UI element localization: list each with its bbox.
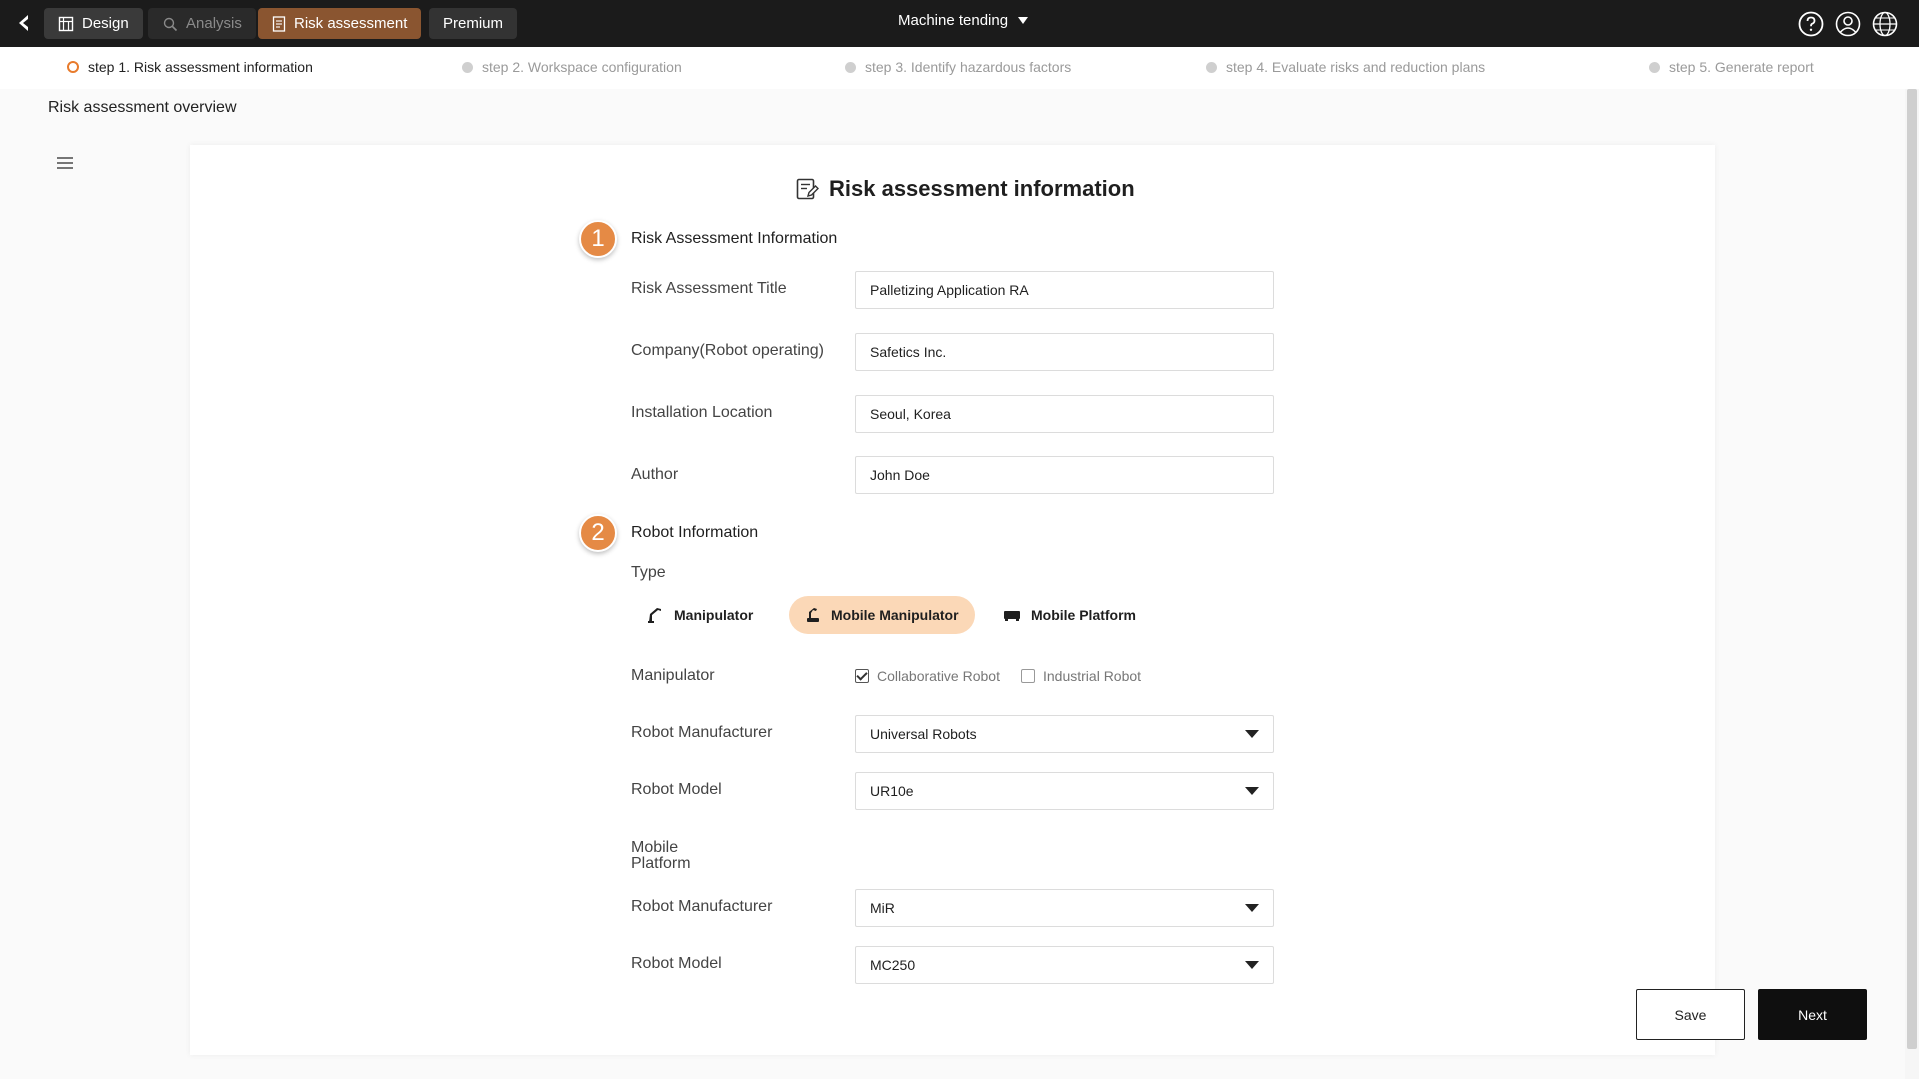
step-3-label: step 3. Identify hazardous factors xyxy=(865,59,1072,75)
step-2[interactable]: step 2. Workspace configuration xyxy=(462,59,682,75)
section-2-badge: 2 xyxy=(579,514,617,552)
chevron-down-icon xyxy=(1245,787,1259,795)
help-icon[interactable] xyxy=(1797,10,1825,38)
globe-icon[interactable] xyxy=(1871,10,1899,38)
platform-model-value: MC250 xyxy=(870,957,916,973)
risk-title-label: Risk Assessment Title xyxy=(631,280,787,297)
step-indicator-active xyxy=(67,61,79,73)
chevron-down-icon xyxy=(1245,904,1259,912)
step-1-label: step 1. Risk assessment information xyxy=(88,59,313,75)
type-mobile-platform[interactable]: Mobile Platform xyxy=(987,596,1152,634)
analysis-icon xyxy=(163,17,178,31)
platform-model-select[interactable]: MC250 xyxy=(855,946,1274,984)
tab-premium[interactable]: Premium xyxy=(429,8,518,39)
type-manipulator-label: Manipulator xyxy=(674,607,754,623)
type-mobile-manipulator[interactable]: Mobile Manipulator xyxy=(789,596,975,634)
chevron-down-icon xyxy=(1245,961,1259,969)
tab-risk-assessment[interactable]: Risk assessment xyxy=(258,8,422,39)
manipulator-manufacturer-value: Universal Robots xyxy=(870,726,977,742)
step-4-label: step 4. Evaluate risks and reduction pla… xyxy=(1226,59,1486,75)
author-label: Author xyxy=(631,466,679,483)
type-mobile-platform-label: Mobile Platform xyxy=(1031,607,1137,623)
stepper: step 1. Risk assessment information step… xyxy=(0,47,1919,89)
mobile-manipulator-icon xyxy=(807,608,819,622)
author-value: John Doe xyxy=(870,467,930,483)
user-icon[interactable] xyxy=(1834,10,1862,38)
tab-analysis[interactable]: Analysis xyxy=(148,8,256,39)
document-icon xyxy=(272,15,286,32)
platform-manufacturer-value: MiR xyxy=(870,900,895,916)
company-input[interactable]: Safetics Inc. xyxy=(855,333,1274,371)
manipulator-manufacturer-label: Robot Manufacturer xyxy=(631,724,773,741)
mobile-platform-label: Mobile Platform xyxy=(631,839,691,872)
manipulator-manufacturer-select[interactable]: Universal Robots xyxy=(855,715,1274,753)
company-label: Company(Robot operating) xyxy=(631,342,824,359)
design-grid-icon xyxy=(58,16,74,31)
type-manipulator[interactable]: Manipulator xyxy=(630,596,769,634)
project-selector[interactable]: Machine tending xyxy=(898,12,1029,29)
author-input[interactable]: John Doe xyxy=(855,456,1274,494)
collaborative-robot-checkbox[interactable]: Collaborative Robot xyxy=(855,668,1000,684)
overview-title: Risk assessment overview xyxy=(48,99,237,116)
top-bar: Design Analysis Risk assessment Premium … xyxy=(0,0,1919,47)
risk-title-input[interactable]: Palletizing Application RA xyxy=(855,271,1274,309)
manipulator-model-value: UR10e xyxy=(870,783,914,799)
manipulator-model-label: Robot Model xyxy=(631,781,722,798)
chevron-down-icon xyxy=(1245,730,1259,738)
type-label: Type xyxy=(631,564,666,581)
tab-premium-label: Premium xyxy=(443,15,504,32)
step-5-label: step 5. Generate report xyxy=(1669,59,1814,75)
section-2-title: Robot Information xyxy=(631,524,759,541)
section-1-title: Risk Assessment Information xyxy=(631,230,838,247)
back-arrow-icon[interactable] xyxy=(12,10,38,36)
installation-location-input[interactable]: Seoul, Korea xyxy=(855,395,1274,433)
mobile-platform-icon xyxy=(1004,611,1020,621)
platform-manufacturer-label: Robot Manufacturer xyxy=(631,898,773,915)
installation-location-label: Installation Location xyxy=(631,404,773,421)
step-1[interactable]: step 1. Risk assessment information xyxy=(67,59,313,75)
step-5[interactable]: step 5. Generate report xyxy=(1649,59,1814,75)
caret-down-icon xyxy=(1018,16,1029,24)
step-4[interactable]: step 4. Evaluate risks and reduction pla… xyxy=(1206,59,1485,75)
card-title-text: Risk assessment information xyxy=(829,176,1135,201)
risk-title-value: Palletizing Application RA xyxy=(870,282,1029,298)
industrial-robot-checkbox[interactable]: Industrial Robot xyxy=(1021,668,1141,684)
scrollbar-thumb[interactable] xyxy=(1907,89,1917,1049)
step-3[interactable]: step 3. Identify hazardous factors xyxy=(845,59,1071,75)
save-button[interactable]: Save xyxy=(1636,989,1745,1040)
tab-risk-assessment-label: Risk assessment xyxy=(294,15,408,32)
step-indicator xyxy=(845,61,856,73)
hamburger-menu-icon[interactable] xyxy=(56,155,74,171)
installation-location-value: Seoul, Korea xyxy=(870,406,951,422)
tab-design[interactable]: Design xyxy=(44,8,143,39)
robot-arm-icon xyxy=(648,608,661,623)
manipulator-model-select[interactable]: UR10e xyxy=(855,772,1274,810)
next-button[interactable]: Next xyxy=(1758,989,1867,1040)
platform-manufacturer-select[interactable]: MiR xyxy=(855,889,1274,927)
scrollbar[interactable] xyxy=(1905,89,1919,1079)
platform-model-label: Robot Model xyxy=(631,955,722,972)
step-2-label: step 2. Workspace configuration xyxy=(482,59,682,75)
section-1-badge: 1 xyxy=(579,220,617,258)
tab-design-label: Design xyxy=(82,15,129,32)
collaborative-robot-label: Collaborative Robot xyxy=(877,668,1000,684)
industrial-robot-label: Industrial Robot xyxy=(1043,668,1142,684)
tab-analysis-label: Analysis xyxy=(186,15,242,32)
step-indicator xyxy=(1649,61,1660,73)
step-indicator xyxy=(1206,61,1217,73)
step-indicator xyxy=(462,61,473,73)
checkbox-unchecked-icon xyxy=(1021,669,1035,683)
type-mobile-manipulator-label: Mobile Manipulator xyxy=(831,607,959,623)
card-title: Risk assessment information xyxy=(795,176,1135,202)
manipulator-label: Manipulator xyxy=(631,667,715,684)
checkbox-checked-icon xyxy=(855,669,869,683)
project-title: Machine tending xyxy=(898,12,1009,29)
company-value: Safetics Inc. xyxy=(870,344,947,360)
form-edit-icon xyxy=(796,178,819,200)
